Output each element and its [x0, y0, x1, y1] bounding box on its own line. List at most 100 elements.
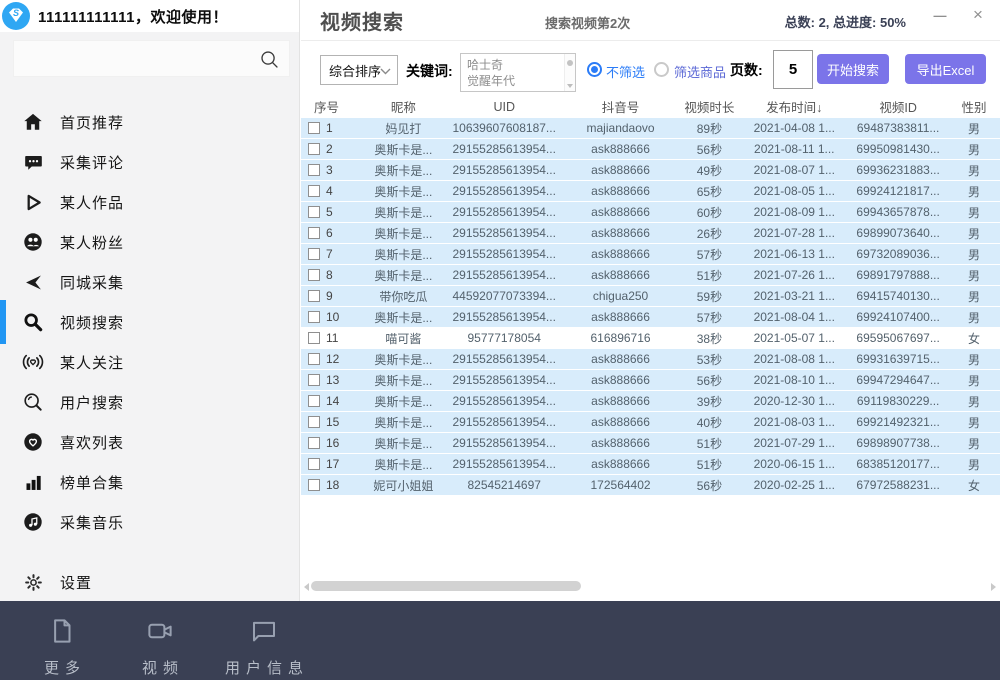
- no-filter-radio[interactable]: [587, 62, 602, 77]
- scroll-right-arrow-icon[interactable]: [991, 583, 996, 591]
- cell-duration: 40秒: [678, 414, 740, 431]
- column-header-index[interactable]: 序号: [301, 96, 361, 117]
- pages-input[interactable]: 5: [773, 50, 813, 89]
- row-checkbox[interactable]: [308, 479, 320, 491]
- sidebar-item-user-search[interactable]: 用户搜索: [0, 382, 299, 422]
- cell-duration: 51秒: [678, 435, 740, 452]
- sidebar-item-home-feed[interactable]: 首页推荐: [0, 102, 299, 142]
- filter-goods-label[interactable]: 筛选商品: [674, 62, 726, 81]
- cell-douyin-id: chigua250: [563, 289, 679, 303]
- table-row[interactable]: 18 妮可小姐姐 82545214697 172564402 56秒 2020-…: [301, 475, 1000, 495]
- cell-publish-time: 2021-08-11 1...: [740, 142, 848, 156]
- cell-gender: 男: [948, 393, 1000, 410]
- table-row[interactable]: 4 奥斯卡是... 29155285613954... ask888666 65…: [301, 181, 1000, 201]
- sidebar-search-input[interactable]: [13, 40, 290, 77]
- table-row[interactable]: 13 奥斯卡是... 29155285613954... ask888666 5…: [301, 370, 1000, 390]
- cell-duration: 39秒: [678, 393, 740, 410]
- cell-uid: 44592077073394...: [446, 289, 563, 303]
- filter-goods-radio[interactable]: [654, 62, 669, 77]
- minimize-button[interactable]: —: [928, 0, 952, 30]
- column-header-duration[interactable]: 视频时长: [678, 96, 740, 117]
- row-checkbox[interactable]: [308, 269, 320, 281]
- table-row[interactable]: 8 奥斯卡是... 29155285613954... ask888666 51…: [301, 265, 1000, 285]
- sidebar-item-user-works[interactable]: 某人作品: [0, 182, 299, 222]
- cell-video-id: 69415740130...: [848, 289, 948, 303]
- row-index: 2: [326, 142, 333, 156]
- row-checkbox[interactable]: [308, 227, 320, 239]
- sidebar-item-ranking-collection[interactable]: 榜单合集: [0, 462, 299, 502]
- row-checkbox[interactable]: [308, 122, 320, 134]
- table-row[interactable]: 7 奥斯卡是... 29155285613954... ask888666 57…: [301, 244, 1000, 264]
- bar-chart-icon: [21, 470, 45, 494]
- column-header-publish-time-sorted[interactable]: 发布时间↓: [740, 96, 848, 117]
- table-row[interactable]: 9 带你吃瓜 44592077073394... chigua250 59秒 2…: [301, 286, 1000, 306]
- cell-uid: 29155285613954...: [446, 415, 563, 429]
- row-checkbox[interactable]: [308, 416, 320, 428]
- close-button[interactable]: ×: [966, 0, 990, 30]
- row-index: 8: [326, 268, 333, 282]
- table-row[interactable]: 11 喵可酱 95777178054 616896716 38秒 2021-05…: [301, 328, 1000, 348]
- sidebar-item-user-follows[interactable]: 某人关注: [0, 342, 299, 382]
- column-header-uid[interactable]: UID: [446, 96, 563, 117]
- table-row[interactable]: 6 奥斯卡是... 29155285613954... ask888666 26…: [301, 223, 1000, 243]
- sort-order-select[interactable]: 综合排序: [320, 55, 398, 85]
- row-checkbox[interactable]: [308, 395, 320, 407]
- row-checkbox[interactable]: [308, 290, 320, 302]
- row-checkbox[interactable]: [308, 374, 320, 386]
- start-search-button[interactable]: 开始搜索: [817, 54, 889, 84]
- sidebar-item-settings[interactable]: 设置: [0, 562, 299, 602]
- table-row[interactable]: 1 妈见打 10639607608187... majiandaovo 89秒 …: [301, 118, 1000, 138]
- table-row[interactable]: 15 奥斯卡是... 29155285613954... ask888666 4…: [301, 412, 1000, 432]
- table-row[interactable]: 14 奥斯卡是... 29155285613954... ask888666 3…: [301, 391, 1000, 411]
- keyword-scrollbar[interactable]: [564, 54, 575, 91]
- bottom-nav-label: 视频: [136, 657, 184, 678]
- table-row[interactable]: 5 奥斯卡是... 29155285613954... ask888666 60…: [301, 202, 1000, 222]
- column-header-gender[interactable]: 性别: [948, 96, 1000, 117]
- scrollbar-thumb[interactable]: [311, 581, 581, 591]
- cell-gender: 男: [948, 414, 1000, 431]
- cell-uid: 29155285613954...: [446, 205, 563, 219]
- cell-video-id: 69921492321...: [848, 415, 948, 429]
- horizontal-scrollbar: [301, 579, 1000, 594]
- export-excel-button[interactable]: 导出Excel: [905, 54, 986, 84]
- row-checkbox[interactable]: [308, 332, 320, 344]
- table-row[interactable]: 3 奥斯卡是... 29155285613954... ask888666 49…: [301, 160, 1000, 180]
- sidebar-item-video-search[interactable]: 视频搜索: [0, 302, 299, 342]
- table-row[interactable]: 12 奥斯卡是... 29155285613954... ask888666 5…: [301, 349, 1000, 369]
- no-filter-label[interactable]: 不筛选: [606, 62, 645, 81]
- sidebar-item-city-collect[interactable]: 同城采集: [0, 262, 299, 302]
- keyword-input[interactable]: 哈士奇 觉醒年代: [460, 53, 576, 92]
- bottom-nav-user-info[interactable]: 用户信息: [210, 616, 318, 678]
- row-checkbox[interactable]: [308, 185, 320, 197]
- table-row[interactable]: 10 奥斯卡是... 29155285613954... ask888666 5…: [301, 307, 1000, 327]
- row-checkbox[interactable]: [308, 248, 320, 260]
- sidebar-item-collect-comments[interactable]: 采集评论: [0, 142, 299, 182]
- sidebar-item-like-list[interactable]: 喜欢列表: [0, 422, 299, 462]
- column-header-video-id[interactable]: 视频ID: [848, 96, 948, 117]
- row-checkbox[interactable]: [308, 437, 320, 449]
- row-checkbox[interactable]: [308, 164, 320, 176]
- sidebar-item-collect-music[interactable]: 采集音乐: [0, 502, 299, 542]
- row-checkbox[interactable]: [308, 311, 320, 323]
- row-checkbox[interactable]: [308, 353, 320, 365]
- sidebar-item-user-fans[interactable]: 某人粉丝: [0, 222, 299, 262]
- column-header-douyin-id[interactable]: 抖音号: [563, 96, 679, 117]
- cell-gender: 男: [948, 204, 1000, 221]
- main-header: 视频搜索 搜索视频第2次 总数: 2, 总进度: 50% — ×: [301, 0, 1000, 41]
- column-header-nickname[interactable]: 昵称: [361, 96, 446, 117]
- table-row[interactable]: 17 奥斯卡是... 29155285613954... ask888666 5…: [301, 454, 1000, 474]
- row-index: 12: [326, 352, 339, 366]
- titlebar-left: S 111111111111，欢迎使用！: [0, 0, 299, 32]
- bottom-nav-video[interactable]: 视频: [128, 616, 192, 678]
- scroll-left-arrow-icon[interactable]: [304, 583, 309, 591]
- table-row[interactable]: 2 奥斯卡是... 29155285613954... ask888666 56…: [301, 139, 1000, 159]
- row-checkbox[interactable]: [308, 143, 320, 155]
- row-checkbox[interactable]: [308, 206, 320, 218]
- cell-video-id: 69947294647...: [848, 373, 948, 387]
- cell-uid: 29155285613954...: [446, 142, 563, 156]
- row-checkbox[interactable]: [308, 458, 320, 470]
- cell-video-id: 69487383811...: [848, 121, 948, 135]
- table-row[interactable]: 16 奥斯卡是... 29155285613954... ask888666 5…: [301, 433, 1000, 453]
- search-icon: [258, 48, 281, 76]
- bottom-nav-more[interactable]: 更多: [30, 616, 94, 678]
